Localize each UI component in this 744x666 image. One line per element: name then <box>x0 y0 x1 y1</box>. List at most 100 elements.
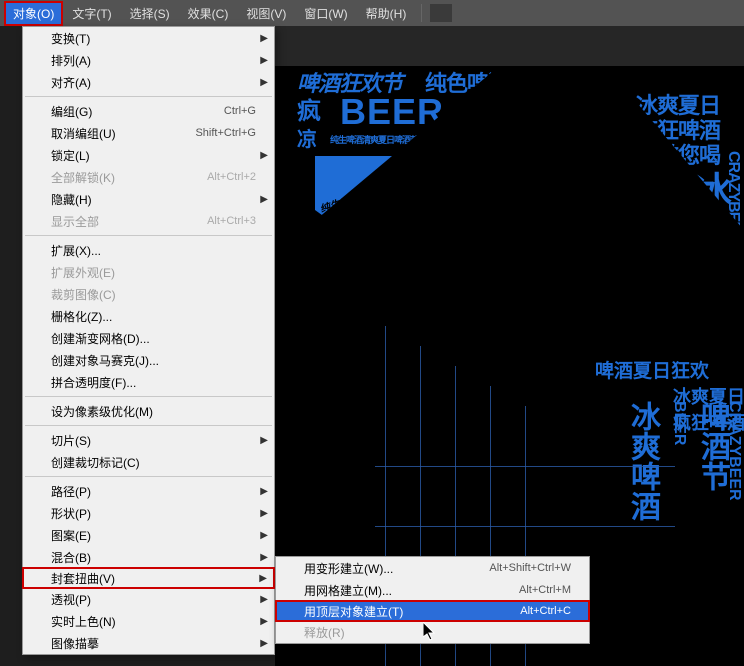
menu-help[interactable]: 帮助(H) <box>357 1 416 26</box>
menu-item-shortcut: Alt+Ctrl+3 <box>207 215 256 227</box>
menu-item-14[interactable]: 栅格化(Z)... <box>23 305 274 327</box>
submenu-arrow-icon: ▶ <box>260 594 268 605</box>
art-bs1: 冰爽夏日 <box>636 96 720 116</box>
menu-item-label: 扩展(X)... <box>51 242 101 259</box>
submenu-arrow-icon: ▶ <box>260 435 268 446</box>
menu-item-5[interactable]: 取消编组(U) Shift+Ctrl+G <box>23 122 274 144</box>
menu-item-shortcut: Alt+Ctrl+C <box>520 605 571 617</box>
guideline-horizontal <box>375 466 675 467</box>
menu-item-label: 图像描摹 <box>51 635 99 652</box>
menu-item-label: 封套扭曲(V) <box>51 570 115 587</box>
menubar-divider <box>421 4 422 22</box>
menu-item-16[interactable]: 创建对象马赛克(J)... <box>23 349 274 371</box>
menu-type[interactable]: 文字(T) <box>63 1 120 26</box>
menu-item-26[interactable]: 图案(E) ▶ <box>23 524 274 546</box>
menu-item-label: 隐藏(H) <box>51 191 92 208</box>
submenu-arrow-icon: ▶ <box>260 77 268 88</box>
submenu-arrow-icon: ▶ <box>260 55 268 66</box>
menu-item-label: 取消编组(U) <box>51 125 116 142</box>
menu-item-label: 混合(B) <box>51 549 91 566</box>
menu-item-label: 创建渐变网格(D)... <box>51 330 150 347</box>
menu-view[interactable]: 视图(V) <box>237 1 295 26</box>
art-feng: 疯 <box>297 101 320 123</box>
submenu-arrow-icon: ▶ <box>259 573 267 584</box>
menu-item-shortcut: Ctrl+G <box>224 105 256 117</box>
menu-item-28[interactable]: 封套扭曲(V) ▶ <box>22 567 275 589</box>
submenu-arrow-icon: ▶ <box>260 194 268 205</box>
menu-item-27[interactable]: 混合(B) ▶ <box>23 546 274 568</box>
menu-item-label: 变换(T) <box>51 30 90 47</box>
menu-item-label: 设为像素级优化(M) <box>51 403 153 420</box>
menu-item-19[interactable]: 设为像素级优化(M) <box>23 400 274 422</box>
menu-item-3: 释放(R) <box>276 621 589 643</box>
art-vb-h1: 啤酒夏日狂欢 <box>595 356 744 383</box>
art-liang: 凉 <box>297 131 316 149</box>
menu-item-shortcut: Shift+Ctrl+G <box>195 127 256 139</box>
menu-item-label: 用变形建立(W)... <box>304 560 393 577</box>
submenu-arrow-icon: ▶ <box>260 530 268 541</box>
envelope-distort-submenu: 用变形建立(W)... Alt+Shift+Ctrl+W 用网格建立(M)... Al… <box>275 556 590 644</box>
art-vs-crazy: CRAZYBEER <box>725 401 743 501</box>
menu-item-6[interactable]: 锁定(L)▶ <box>23 144 274 166</box>
menu-object[interactable]: 对象(O) <box>4 1 63 26</box>
menu-item-label: 创建对象马赛克(J)... <box>51 352 159 369</box>
menu-item-label: 创建裁切标记(C) <box>51 454 140 471</box>
menu-separator <box>25 425 272 426</box>
menu-item-21[interactable]: 切片(S)▶ <box>23 429 274 451</box>
submenu-arrow-icon: ▶ <box>260 552 268 563</box>
menu-separator <box>25 396 272 397</box>
menu-item-0[interactable]: 用变形建立(W)... Alt+Shift+Ctrl+W <box>276 557 589 579</box>
menu-item-label: 全部解锁(K) <box>51 169 115 186</box>
menu-item-25[interactable]: 形状(P)▶ <box>23 502 274 524</box>
submenu-arrow-icon: ▶ <box>260 486 268 497</box>
menu-item-label: 显示全部 <box>51 213 99 230</box>
menu-item-8[interactable]: 隐藏(H) ▶ <box>23 188 274 210</box>
menu-item-30[interactable]: 实时上色(N)▶ <box>23 610 274 632</box>
menu-item-11[interactable]: 扩展(X)... <box>23 239 274 261</box>
menu-item-0[interactable]: 变换(T) ▶ <box>23 27 274 49</box>
menu-item-1[interactable]: 排列(A) ▶ <box>23 49 274 71</box>
menu-item-13: 裁剪图像(C) <box>23 283 274 305</box>
menu-item-label: 用顶层对象建立(T) <box>304 603 403 620</box>
art-beer: BEER <box>340 96 444 128</box>
menu-item-label: 透视(P) <box>51 591 91 608</box>
menu-item-label: 形状(P) <box>51 505 91 522</box>
menu-item-31[interactable]: 图像描摹▶ <box>23 632 274 654</box>
menu-item-4[interactable]: 编组(G)Ctrl+G <box>23 100 274 122</box>
menu-item-9: 显示全部 Alt+Ctrl+3 <box>23 210 274 232</box>
menu-item-label: 裁剪图像(C) <box>51 286 116 303</box>
menu-item-15[interactable]: 创建渐变网格(D)... <box>23 327 274 349</box>
guideline-horizontal <box>375 526 675 527</box>
menu-item-label: 拼合透明度(F)... <box>51 374 136 391</box>
menu-item-7: 全部解锁(K) Alt+Ctrl+2 <box>23 166 274 188</box>
menu-item-shortcut: Alt+Ctrl+M <box>519 584 571 596</box>
menu-item-label: 排列(A) <box>51 52 91 69</box>
menu-item-label: 图案(E) <box>51 527 91 544</box>
menu-item-2[interactable]: 对齐(A) ▶ <box>23 71 274 93</box>
menu-item-label: 实时上色(N) <box>51 613 116 630</box>
menu-item-22[interactable]: 创建裁切标记(C) <box>23 451 274 473</box>
menu-item-24[interactable]: 路径(P)▶ <box>23 480 274 502</box>
menu-separator <box>25 96 272 97</box>
menu-separator <box>25 235 272 236</box>
menu-item-label: 用网格建立(M)... <box>304 582 392 599</box>
menubar: 对象(O) 文字(T) 选择(S) 效果(C) 视图(V) 窗口(W) 帮助(H… <box>0 0 744 26</box>
menu-item-label: 扩展外观(E) <box>51 264 115 281</box>
menu-item-label: 栅格化(Z)... <box>51 308 112 325</box>
menu-select[interactable]: 选择(S) <box>121 1 179 26</box>
submenu-arrow-icon: ▶ <box>260 33 268 44</box>
menu-item-1[interactable]: 用网格建立(M)... Alt+Ctrl+M <box>276 579 589 601</box>
menu-window[interactable]: 窗口(W) <box>295 1 356 26</box>
workspace-switcher-icon[interactable] <box>430 4 452 22</box>
menu-separator <box>25 476 272 477</box>
art-vs-bing: 冰爽啤酒 <box>620 401 664 521</box>
menu-item-shortcut: Alt+Ctrl+2 <box>207 171 256 183</box>
menu-item-label: 对齐(A) <box>51 74 91 91</box>
menu-effect[interactable]: 效果(C) <box>179 1 238 26</box>
menu-item-2[interactable]: 用顶层对象建立(T) Alt+Ctrl+C <box>275 600 590 622</box>
menu-item-label: 锁定(L) <box>51 147 90 164</box>
menu-item-17[interactable]: 拼合透明度(F)... <box>23 371 274 393</box>
menu-item-29[interactable]: 透视(P) ▶ <box>23 588 274 610</box>
menu-item-12: 扩展外观(E) <box>23 261 274 283</box>
menu-item-shortcut: Alt+Shift+Ctrl+W <box>489 562 571 574</box>
